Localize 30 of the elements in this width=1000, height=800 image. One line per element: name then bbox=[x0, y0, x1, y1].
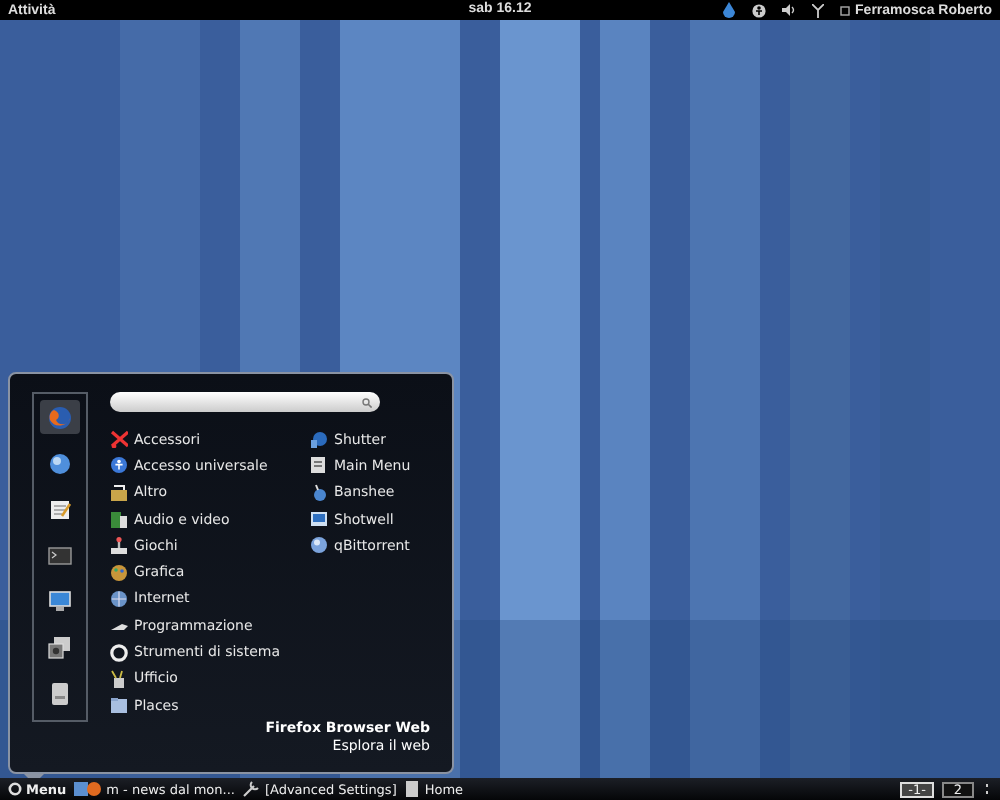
wrench-icon bbox=[242, 780, 261, 798]
photo-icon bbox=[310, 510, 328, 529]
folder-icon bbox=[110, 696, 128, 715]
joystick-icon bbox=[110, 536, 128, 555]
antenna-icon bbox=[811, 3, 824, 17]
gear-icon bbox=[110, 643, 128, 662]
pencil-cup-icon bbox=[110, 669, 128, 688]
gear-icon bbox=[8, 782, 22, 796]
globe-icon bbox=[48, 451, 72, 475]
banshee-icon bbox=[310, 483, 328, 502]
terminal-icon bbox=[48, 543, 72, 567]
search-field[interactable] bbox=[110, 392, 380, 412]
file-cabinet-icon bbox=[404, 780, 421, 798]
status-square-icon bbox=[839, 5, 850, 15]
firefox-icon bbox=[48, 405, 72, 429]
palette-icon bbox=[110, 563, 128, 582]
drop-icon bbox=[721, 2, 736, 18]
toolbox-icon bbox=[110, 483, 128, 502]
shutter-icon bbox=[310, 430, 328, 449]
camera-icon bbox=[48, 635, 72, 659]
monitor-icon bbox=[48, 589, 72, 613]
media-icon bbox=[110, 510, 128, 529]
accessibility-icon bbox=[110, 456, 128, 475]
globe-icon bbox=[110, 589, 128, 608]
search-icon bbox=[362, 397, 372, 407]
scissors-icon bbox=[110, 430, 128, 449]
menu-editor-icon bbox=[310, 456, 328, 475]
drive-icon bbox=[48, 681, 72, 705]
torrent-icon bbox=[310, 536, 328, 555]
volume-icon bbox=[781, 4, 796, 16]
